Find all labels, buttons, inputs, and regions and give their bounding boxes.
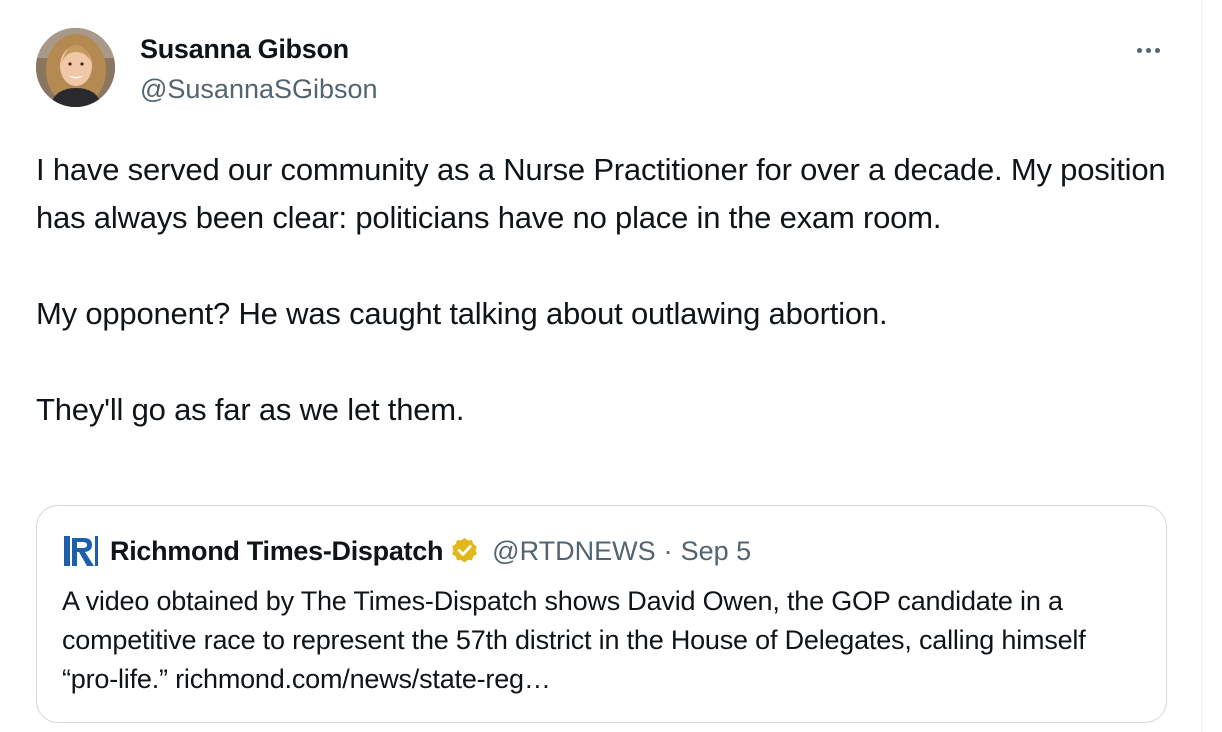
- quoted-author-name[interactable]: Richmond Times-Dispatch: [110, 536, 443, 567]
- quoted-tweet-card[interactable]: Richmond Times-Dispatch @RTDNEWS · Sep 5…: [36, 505, 1167, 723]
- profile-photo: [36, 28, 115, 107]
- tweet: Susanna Gibson @SusannaSGibson I have se…: [0, 0, 1202, 732]
- separator-dot: ·: [663, 535, 673, 566]
- avatar[interactable]: [36, 28, 115, 107]
- quoted-author-handle[interactable]: @RTDNEWS: [492, 536, 655, 567]
- author-display-name[interactable]: Susanna Gibson: [140, 32, 349, 66]
- quoted-tweet-date[interactable]: Sep 5: [681, 536, 752, 567]
- richmond-times-dispatch-logo-icon: [62, 534, 100, 568]
- tweet-header: Susanna Gibson @SusannaSGibson: [36, 28, 1176, 108]
- more-options-button[interactable]: [1128, 34, 1168, 66]
- tweet-text: I have served our community as a Nurse P…: [36, 152, 1166, 427]
- more-horizontal-icon: [1135, 47, 1162, 53]
- quoted-tweet-text: A video obtained by The Times-Dispatch s…: [62, 586, 1086, 694]
- author-handle[interactable]: @SusannaSGibson: [140, 72, 378, 106]
- gold-verified-badge-icon: [449, 536, 480, 567]
- quoted-tweet-header: Richmond Times-Dispatch @RTDNEWS · Sep 5: [62, 534, 751, 568]
